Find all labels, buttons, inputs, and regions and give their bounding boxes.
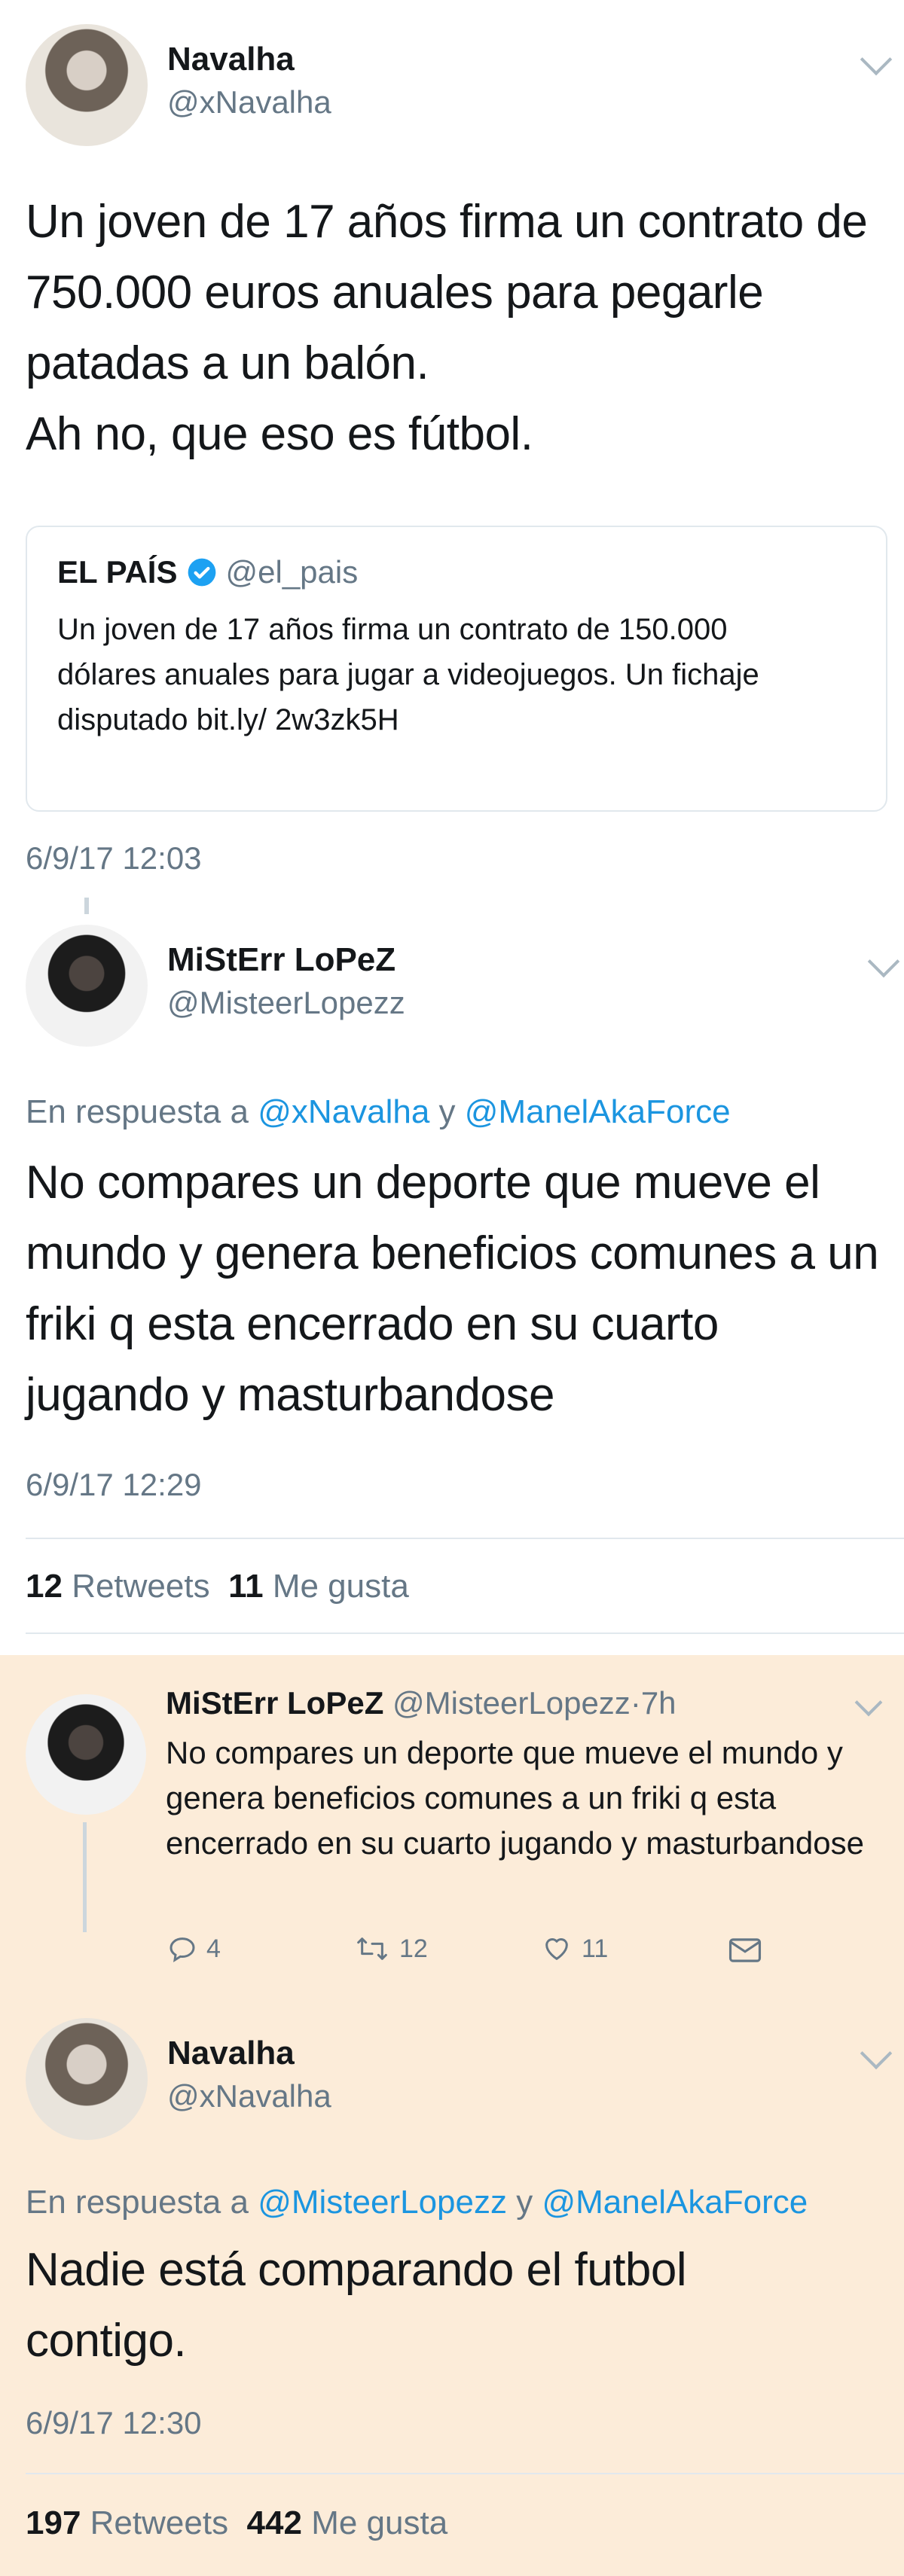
retweet-icon <box>357 1937 387 1960</box>
quote-text: Un joven de 17 años firma un contrato de… <box>57 613 759 736</box>
timestamp[interactable]: 6/9/17 12:29 <box>26 1467 202 1503</box>
retweet-button[interactable]: 12 <box>354 1934 428 1964</box>
tweet-text: Un joven de 17 años firma un contrato de… <box>26 196 868 389</box>
avatar[interactable] <box>26 1694 146 1815</box>
author-name[interactable]: Navalha <box>167 41 295 78</box>
like-count[interactable]: 442 <box>247 2504 302 2541</box>
chevron-down-icon[interactable] <box>860 43 893 76</box>
retweet-count: 12 <box>399 1934 428 1963</box>
mention-link[interactable]: @ManelAkaForce <box>465 1093 731 1130</box>
reply-context: En respuesta a @xNavalha y @ManelAkaForc… <box>26 1093 731 1130</box>
engagement-stats: 197 Retweets 442 Me gusta <box>26 2504 448 2541</box>
thread-line <box>83 1822 87 1932</box>
verified-badge-icon <box>188 558 215 587</box>
tweet-text: Nadie está comparando el futbol contigo. <box>26 2244 687 2367</box>
author-handle[interactable]: @xNavalha <box>167 2078 331 2114</box>
reply-icon <box>170 1937 195 1963</box>
author-handle[interactable]: @xNavalha <box>167 84 331 120</box>
reply-count: 4 <box>206 1934 221 1963</box>
mention-link[interactable]: @MisteerLopezz <box>258 2184 507 2221</box>
reply-context: En respuesta a @MisteerLopezz y @ManelAk… <box>26 2184 808 2221</box>
tweet-header: MiStErr LoPeZ @MisteerLopezz·7h <box>166 1685 676 1721</box>
divider <box>26 2473 904 2474</box>
timestamp[interactable]: 6/9/17 12:30 <box>26 2405 202 2441</box>
like-button[interactable]: 11 <box>541 1934 608 1964</box>
chevron-down-icon[interactable] <box>867 945 900 978</box>
engagement-stats: 12 Retweets 11 Me gusta <box>26 1568 409 1605</box>
mention-link[interactable]: @ManelAkaForce <box>542 2184 808 2221</box>
like-count: 11 <box>582 1934 609 1963</box>
quoted-tweet[interactable]: EL PAÍS @el_pais Un joven de 17 años fir… <box>26 526 887 812</box>
author-handle[interactable]: @MisteerLopezz <box>392 1685 631 1721</box>
divider <box>26 1632 904 1634</box>
mention-link[interactable]: @xNavalha <box>258 1093 429 1130</box>
retweet-count[interactable]: 197 <box>26 2504 81 2541</box>
avatar[interactable] <box>26 24 148 146</box>
tweet-text: No compares un deporte que mueve el mund… <box>166 1735 864 1861</box>
divider <box>26 1538 904 1539</box>
thread-line <box>84 898 89 914</box>
message-button[interactable] <box>728 1935 762 1965</box>
quote-author-name: EL PAÍS <box>57 554 178 590</box>
avatar[interactable] <box>26 2018 148 2140</box>
quote-author-handle: @el_pais <box>225 554 359 590</box>
avatar[interactable] <box>26 925 148 1047</box>
message-icon <box>728 1938 762 1962</box>
author-handle[interactable]: @MisteerLopezz <box>167 985 405 1021</box>
tweet-text-line2: Ah no, que eso es fútbol. <box>26 408 533 460</box>
like-count[interactable]: 11 <box>228 1568 264 1605</box>
reply-button[interactable]: 4 <box>167 1934 221 1964</box>
retweet-count[interactable]: 12 <box>26 1568 63 1605</box>
tweet-text: No compares un deporte que mueve el mund… <box>26 1157 879 1421</box>
timestamp[interactable]: 6/9/17 12:03 <box>26 840 202 876</box>
author-name[interactable]: MiStErr LoPeZ <box>167 941 396 979</box>
author-name[interactable]: MiStErr LoPeZ <box>166 1685 383 1721</box>
heart-icon <box>545 1938 568 1960</box>
tweet-age[interactable]: 7h <box>641 1685 676 1721</box>
author-name[interactable]: Navalha <box>167 2035 295 2072</box>
